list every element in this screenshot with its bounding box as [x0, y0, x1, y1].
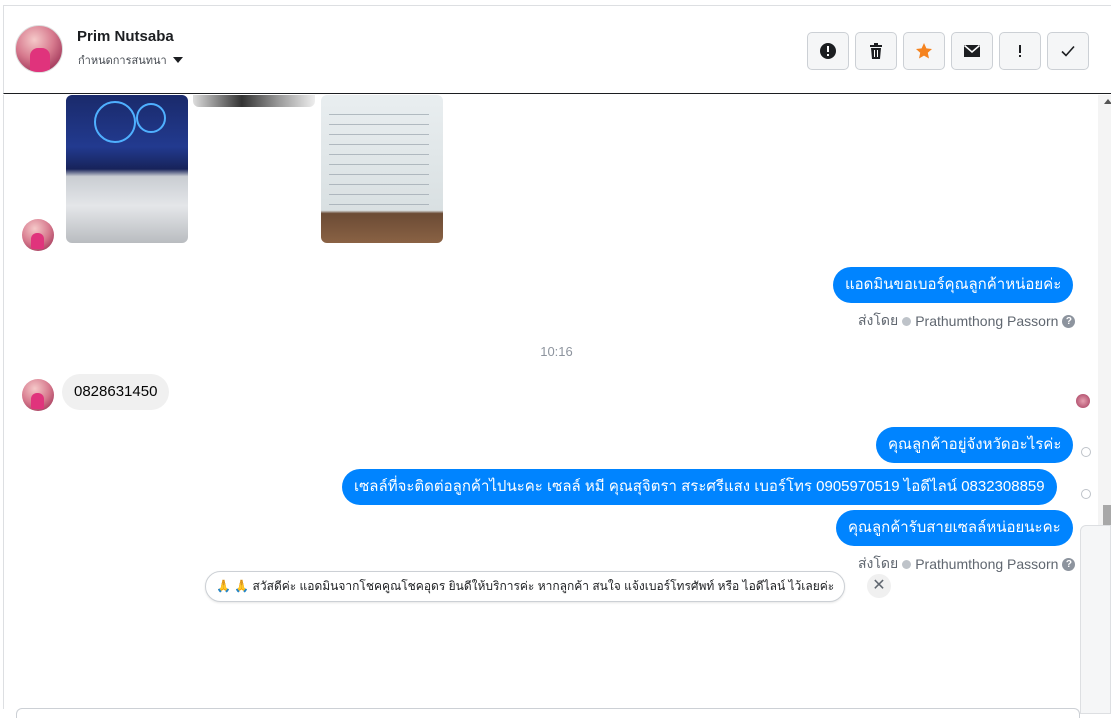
document-lines-graphic — [329, 105, 429, 205]
sent-by-name[interactable]: Prathumthong Passorn — [915, 313, 1058, 329]
delivered-status-icon — [1081, 489, 1091, 499]
message-composer[interactable] — [16, 708, 1080, 718]
gauge-graphic — [136, 103, 166, 133]
outgoing-message[interactable]: แอดมินขอเบอร์คุณลูกค้าหน่อยค่ะ — [833, 267, 1074, 303]
contact-avatar[interactable] — [15, 25, 63, 73]
scroll-up-arrow-icon[interactable] — [1104, 99, 1111, 104]
attachment-image-car[interactable] — [193, 95, 315, 107]
help-icon[interactable]: ? — [1062, 557, 1076, 571]
attachment-image-dashboard[interactable] — [66, 95, 188, 243]
verified-icon — [902, 559, 912, 569]
outgoing-message[interactable]: คุณลูกค้าอยู่จังหวัดอะไรค่ะ — [876, 427, 1074, 463]
sent-by-name[interactable]: Prathumthong Passorn — [915, 556, 1058, 572]
attachment-image-document[interactable] — [321, 95, 443, 243]
message-thread[interactable]: แอดมินขอเบอร์คุณลูกค้าหน่อยค่ะ ส่งโดย Pr… — [3, 95, 1098, 709]
trash-icon — [870, 43, 882, 59]
outgoing-message[interactable]: เซลล์ที่จะติดต่อลูกค้าไปนะคะ เซลล์ หมี ค… — [342, 469, 1057, 505]
close-suggestion-button[interactable]: ✕ — [867, 574, 891, 598]
verified-icon — [902, 316, 912, 326]
seen-avatar — [1076, 394, 1090, 408]
star-button[interactable] — [903, 32, 945, 70]
delivered-status-icon — [1081, 447, 1091, 457]
alert-circle-icon — [820, 43, 836, 59]
conversation-window: Prim Nutsaba กำหนดการสนทนา แอดมินขอเบอร์… — [0, 0, 1111, 718]
scrollbar-thumb[interactable] — [1103, 505, 1111, 527]
saved-reply-suggestion[interactable]: 🙏 🙏 สวัสดีค่ะ แอดมินจากโชคคูณโชคอุดร ยิน… — [205, 571, 846, 602]
sent-by-label: ส่งโดย — [858, 312, 899, 328]
sender-avatar[interactable] — [22, 219, 54, 251]
outgoing-message[interactable]: คุณลูกค้ารับสายเซลล์หน่อยนะคะ — [836, 510, 1073, 546]
star-icon — [916, 43, 932, 59]
conversation-assign-dropdown[interactable]: กำหนดการสนทนา — [78, 51, 183, 69]
sent-by-label: ส่งโดย — [858, 555, 899, 571]
gauge-graphic — [94, 101, 136, 143]
envelope-icon — [964, 44, 980, 57]
sent-by-info: ส่งโดย Prathumthong Passorn ? — [858, 310, 1076, 332]
mark-spam-button[interactable] — [807, 32, 849, 70]
conversation-header: Prim Nutsaba กำหนดการสนทนา — [3, 5, 1111, 94]
mark-unread-button[interactable] — [951, 32, 993, 70]
sent-by-info: ส่งโดย Prathumthong Passorn ? — [858, 553, 1076, 575]
mark-done-button[interactable] — [1047, 32, 1089, 70]
sender-avatar[interactable] — [22, 379, 54, 411]
side-panel — [1080, 525, 1111, 714]
delete-button[interactable] — [855, 32, 897, 70]
exclamation-icon — [1019, 45, 1021, 57]
checkmark-icon — [1061, 45, 1075, 57]
conversation-toolbar — [807, 32, 1089, 70]
follow-up-button[interactable] — [999, 32, 1041, 70]
incoming-message[interactable]: 0828631450 — [62, 374, 170, 410]
message-timestamp: 10:16 — [540, 344, 573, 359]
help-icon[interactable]: ? — [1062, 314, 1076, 328]
contact-name[interactable]: Prim Nutsaba — [77, 28, 174, 45]
conversation-assign-label: กำหนดการสนทนา — [78, 55, 167, 67]
caret-down-icon — [172, 57, 183, 63]
